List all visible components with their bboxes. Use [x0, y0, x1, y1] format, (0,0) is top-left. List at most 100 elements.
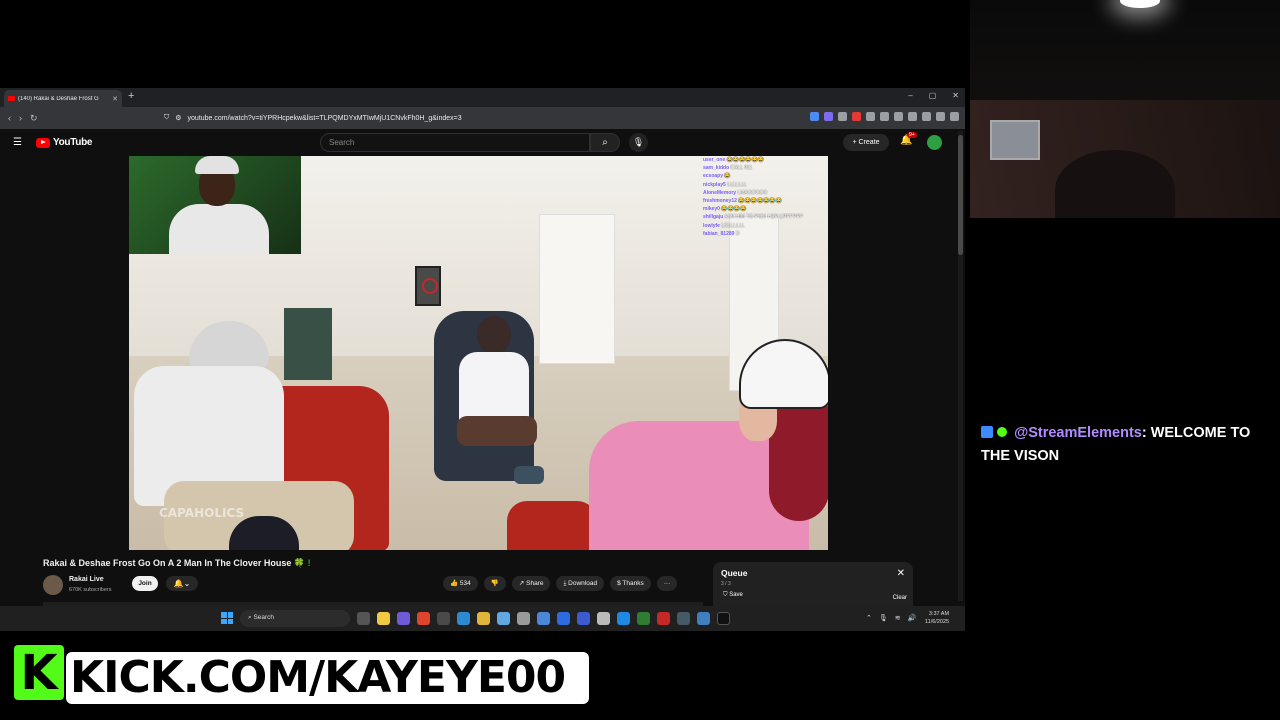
person-legs	[457, 416, 537, 446]
windows-taskbar: ⌕ Search ⌃ 🎙 ≋ 🔊 3:37 AM 11/6/2025	[0, 606, 965, 631]
channel-name[interactable]: Rakai Live	[69, 576, 104, 583]
chat-username: mikey0	[703, 206, 720, 213]
taskbar-clock[interactable]: 3:37 AM 11/6/2025	[925, 610, 949, 626]
volume-icon[interactable]: 🔊	[908, 614, 917, 622]
browser-window: (140) Rakai & Deshae Frost G ✕ + – ▢ ✕ ‹…	[0, 88, 965, 606]
account-avatar[interactable]	[927, 135, 942, 150]
youtube-logo[interactable]: YouTube	[36, 137, 93, 148]
chat-text: 😂😂😂😂	[721, 206, 747, 213]
chat-username: nickplay5	[703, 181, 726, 188]
share-button[interactable]: ↗ Share	[511, 576, 551, 591]
chat-text: 😂	[724, 173, 731, 180]
window-controls: – ▢ ✕	[908, 91, 959, 100]
thanks-button[interactable]: $ Thanks	[610, 576, 651, 591]
app-icon[interactable]	[577, 612, 590, 625]
extension-icon[interactable]	[866, 112, 875, 121]
like-button[interactable]: 👍 534	[443, 576, 478, 591]
app-icon[interactable]	[677, 612, 690, 625]
video-player[interactable]: CAPAHOLICS user_one 😂😂😂😂😂😂 sam_kiddo CAL…	[129, 156, 828, 550]
search-input[interactable]: Search	[320, 133, 590, 152]
close-window-button[interactable]: ✕	[952, 91, 959, 100]
person-hat	[739, 339, 828, 409]
extension-toolbar	[810, 112, 959, 121]
file-explorer-icon[interactable]	[377, 612, 390, 625]
maximize-button[interactable]: ▢	[929, 91, 937, 100]
chevron-up-icon[interactable]: ⌃	[866, 614, 872, 622]
app-icon[interactable]	[657, 612, 670, 625]
channel-avatar[interactable]	[43, 575, 63, 595]
queue-clear-button[interactable]: Clear	[893, 595, 907, 601]
chat-username: freshmoney12	[703, 198, 737, 205]
new-tab-button[interactable]: +	[128, 90, 134, 102]
app-icon[interactable]	[697, 612, 710, 625]
app-icon[interactable]	[597, 612, 610, 625]
app-icon[interactable]	[537, 612, 550, 625]
app-icon[interactable]	[637, 612, 650, 625]
minimize-button[interactable]: –	[908, 91, 912, 100]
search-icon: ⌕	[248, 614, 252, 621]
scrollbar-thumb[interactable]	[958, 135, 963, 255]
tiktok-icon[interactable]	[717, 612, 730, 625]
edge-icon[interactable]	[457, 612, 470, 625]
close-queue-icon[interactable]: ✕	[897, 568, 905, 579]
bell-icon: 🔔	[173, 579, 184, 588]
settings-icon[interactable]	[517, 612, 530, 625]
taskbar-search-label: Search	[253, 614, 275, 621]
chat-message: sam_kiddo CALL 911	[703, 164, 823, 172]
task-view-icon[interactable]	[357, 612, 370, 625]
extension-icon[interactable]	[824, 112, 833, 121]
chat-message: ecsoapy 😂	[703, 172, 823, 180]
forward-icon[interactable]: ›	[19, 113, 22, 123]
extension-icon[interactable]	[852, 112, 861, 121]
page-scrollbar[interactable]	[958, 131, 963, 601]
taskbar-search[interactable]: ⌕ Search	[240, 610, 350, 627]
music-icon[interactable]	[908, 112, 917, 121]
microphone-icon[interactable]: 🎙	[879, 614, 888, 622]
person-hat	[189, 321, 269, 369]
download-button[interactable]: ⤓ Download	[556, 576, 605, 591]
reload-icon[interactable]: ↻	[30, 113, 38, 124]
app-icon[interactable]	[497, 612, 510, 625]
thanks-icon: $	[617, 580, 621, 587]
more-actions-button[interactable]: ···	[656, 576, 678, 591]
edge-icon[interactable]	[617, 612, 630, 625]
subscribed-bell-button[interactable]: 🔔⌄	[166, 576, 198, 591]
site-info-icon[interactable]: ⚙	[175, 114, 181, 122]
app-icon[interactable]	[437, 612, 450, 625]
menu-icon[interactable]	[950, 112, 959, 121]
brave-icon[interactable]	[417, 612, 430, 625]
join-button[interactable]: Join	[132, 576, 158, 591]
chat-username: @StreamElements	[1014, 425, 1142, 441]
chat-message: user_one 😂😂😂😂😂😂	[703, 156, 823, 164]
person-body	[459, 352, 529, 424]
search-icon[interactable]: ⌕	[590, 133, 620, 152]
youtube-header: ☰ YouTube Search ⌕ 🎙 + Create 🔔 9+	[0, 129, 955, 156]
queue-save-button[interactable]: ⛉ Save	[723, 592, 743, 599]
download-icon[interactable]	[936, 112, 945, 121]
sidebar-icon[interactable]	[922, 112, 931, 121]
wifi-icon[interactable]: ≋	[895, 614, 901, 622]
app-icon[interactable]	[477, 612, 490, 625]
create-button[interactable]: + Create	[843, 134, 889, 151]
bookmark-icon[interactable]: ⛉	[164, 114, 169, 122]
chat-text: LLLLLLL	[727, 181, 747, 188]
extension-icon[interactable]	[838, 112, 847, 121]
extension-icon[interactable]	[810, 112, 819, 121]
tab-close-icon[interactable]: ✕	[112, 95, 118, 103]
queue-count: 3 / 3	[721, 581, 731, 587]
browser-tab[interactable]: (140) Rakai & Deshae Frost G ✕	[4, 90, 122, 107]
hamburger-menu-icon[interactable]: ☰	[13, 137, 22, 148]
extension-icon[interactable]	[894, 112, 903, 121]
microphone-icon[interactable]: 🎙	[629, 133, 648, 152]
discord-icon[interactable]	[397, 612, 410, 625]
windows-start-icon[interactable]	[221, 612, 233, 624]
dislike-button[interactable]: 👎	[483, 576, 506, 591]
video-title: Rakai & Deshae Frost Go On A 2 Man In Th…	[43, 558, 311, 569]
app-icon[interactable]	[557, 612, 570, 625]
chat-username: shillgaju	[703, 214, 724, 221]
chat-username: user_one	[703, 157, 726, 163]
extension-icon[interactable]	[880, 112, 889, 121]
back-icon[interactable]: ‹	[8, 113, 11, 123]
url-field[interactable]: ⛉ ⚙ youtube.com/watch?v=tiYPRHcpekw&list…	[164, 110, 714, 126]
tab-title: (140) Rakai & Deshae Frost G	[18, 95, 99, 102]
